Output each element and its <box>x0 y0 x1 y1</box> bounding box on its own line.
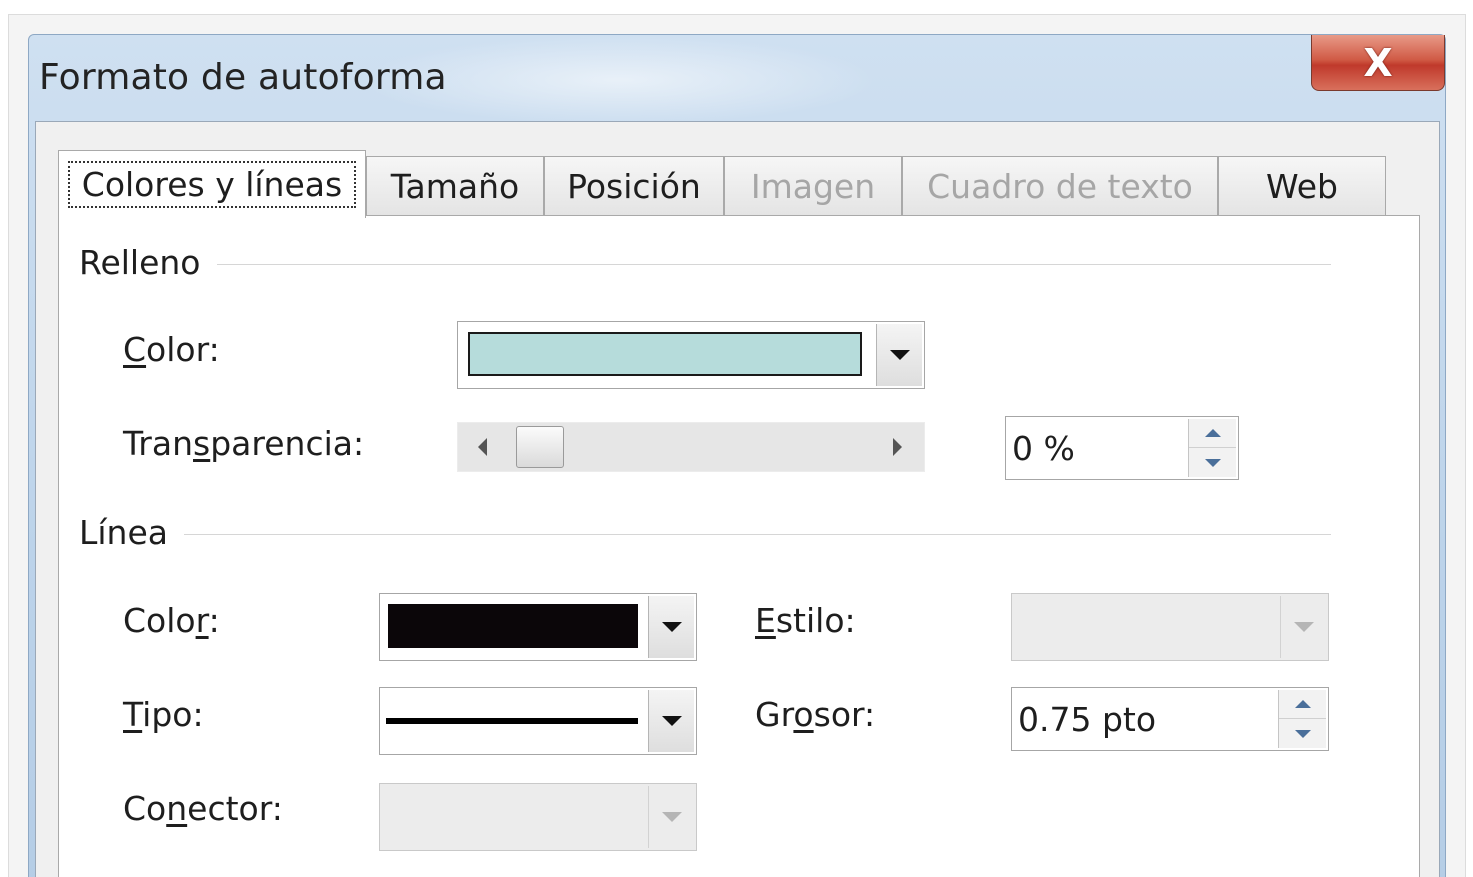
tab-colores-y-lineas[interactable]: Colores y líneas <box>58 150 366 218</box>
line-color-dropdown[interactable] <box>379 593 697 661</box>
line-color-swatch <box>388 604 638 648</box>
transparency-spinner[interactable]: 0 % <box>1005 416 1239 480</box>
spin-buttons <box>1278 690 1326 748</box>
tab-web[interactable]: Web <box>1218 156 1386 216</box>
line-style-dropdown[interactable] <box>1011 593 1329 661</box>
tab-tamano[interactable]: Tamaño <box>366 156 544 216</box>
transparency-value[interactable]: 0 % <box>1012 417 1075 479</box>
dialog-window: Formato de autoforma X Colores y líneas … <box>28 34 1446 877</box>
chevron-down-icon[interactable] <box>1279 719 1326 748</box>
line-color-label: Color: <box>123 601 220 640</box>
tab-imagen[interactable]: Imagen <box>724 156 902 216</box>
tab-label: Cuadro de texto <box>927 167 1193 206</box>
close-button[interactable]: X <box>1311 35 1445 91</box>
caret-left-icon[interactable] <box>478 438 487 456</box>
line-weight-label: Grosor: <box>755 695 876 734</box>
fill-color-dropdown[interactable] <box>457 321 925 389</box>
section-divider <box>209 264 1331 265</box>
section-divider <box>179 534 1331 535</box>
connector-dropdown[interactable] <box>379 783 697 851</box>
line-weight-spinner[interactable]: 0.75 pto <box>1011 687 1329 751</box>
fill-color-swatch <box>468 332 862 376</box>
transparency-label: Transparencia: <box>123 424 365 463</box>
chevron-down-icon[interactable] <box>648 690 694 752</box>
tab-label: Posición <box>567 167 701 206</box>
fill-color-label: Color: <box>123 330 220 369</box>
tab-label: Tamaño <box>390 167 520 206</box>
chevron-up-icon[interactable] <box>1189 419 1236 448</box>
chevron-down-icon[interactable] <box>1189 448 1236 477</box>
spin-buttons <box>1188 419 1236 477</box>
close-icon: X <box>1363 40 1393 85</box>
line-type-sample <box>386 718 638 724</box>
line-type-dropdown[interactable] <box>379 687 697 755</box>
dialog-body: Colores y líneas Tamaño Posición Imagen … <box>35 121 1440 877</box>
chevron-down-icon[interactable] <box>876 324 922 386</box>
tab-label: Imagen <box>750 167 876 206</box>
tab-label: Web <box>1266 167 1338 206</box>
tab-posicion[interactable]: Posición <box>544 156 724 216</box>
dialog-title: Formato de autoforma <box>39 57 447 98</box>
chevron-down-icon[interactable] <box>648 786 694 848</box>
tab-cuadro-de-texto[interactable]: Cuadro de texto <box>902 156 1218 216</box>
section-title-relleno: Relleno <box>79 243 217 282</box>
tab-label: Colores y líneas <box>67 161 357 208</box>
transparency-slider[interactable] <box>457 422 925 472</box>
line-type-label: Tipo: <box>123 695 204 734</box>
line-style-label: Estilo: <box>755 601 856 640</box>
line-weight-value[interactable]: 0.75 pto <box>1018 688 1156 750</box>
slider-thumb[interactable] <box>516 426 564 468</box>
caret-right-icon[interactable] <box>893 438 902 456</box>
chevron-down-icon[interactable] <box>648 596 694 658</box>
section-title-linea: Línea <box>79 513 184 552</box>
chevron-down-icon[interactable] <box>1280 596 1326 658</box>
connector-label: Conector: <box>123 789 283 828</box>
chevron-up-icon[interactable] <box>1279 690 1326 719</box>
tab-panel-colores-y-lineas: Relleno Color: Transparencia: 0 % Línea … <box>58 215 1420 877</box>
